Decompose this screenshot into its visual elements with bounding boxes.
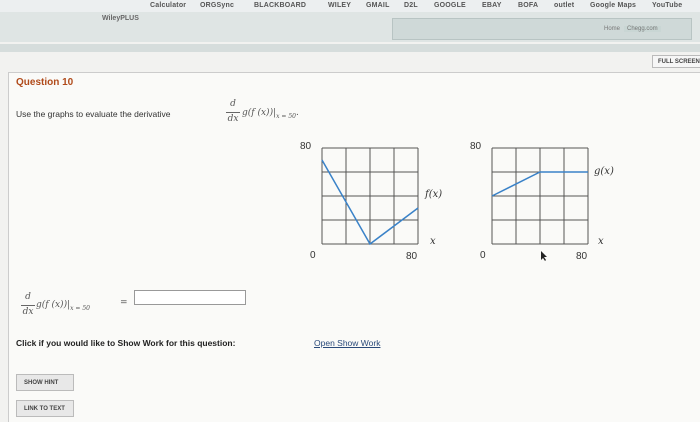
graph-f-grid	[321, 147, 419, 245]
answer-d-numerator: d	[25, 292, 31, 302]
graph-f-function-label: f(x)	[425, 189, 443, 200]
show-work-prompt: Click if you would like to Show Work for…	[16, 338, 236, 348]
show-hint-button[interactable]: SHOW HINT	[16, 374, 74, 391]
answer-expression: g(f (x))|x = 50	[36, 300, 90, 312]
graph-f-x-max-label: 80	[406, 251, 418, 262]
graph-g-origin-label: 0	[480, 250, 486, 261]
graph-g-y-max-label: 80	[470, 141, 482, 152]
mouse-cursor-icon	[541, 251, 547, 261]
graph-g-grid	[491, 147, 589, 245]
graph-f-y-max-label: 80	[300, 141, 312, 152]
graph-g-x-axis-label: x	[598, 236, 604, 247]
open-show-work-link[interactable]: Open Show Work	[314, 338, 380, 348]
answer-subscript: x = 50	[70, 305, 90, 312]
graph-g-function-label: g(x)	[594, 166, 614, 177]
link-to-text-button[interactable]: LINK TO TEXT	[16, 400, 74, 417]
graph-f-x-axis-label: x	[430, 236, 436, 247]
answer-input[interactable]	[134, 290, 246, 305]
answer-d-denominator: dx	[22, 307, 34, 317]
answer-expression-text: g(f (x))|	[36, 300, 71, 310]
graph-f-origin-label: 0	[310, 250, 316, 261]
graphs-svg	[321, 147, 589, 246]
graph-g-x-max-label: 80	[576, 251, 588, 262]
answer-fraction-bar	[21, 305, 35, 306]
answer-equals: =	[120, 298, 128, 308]
